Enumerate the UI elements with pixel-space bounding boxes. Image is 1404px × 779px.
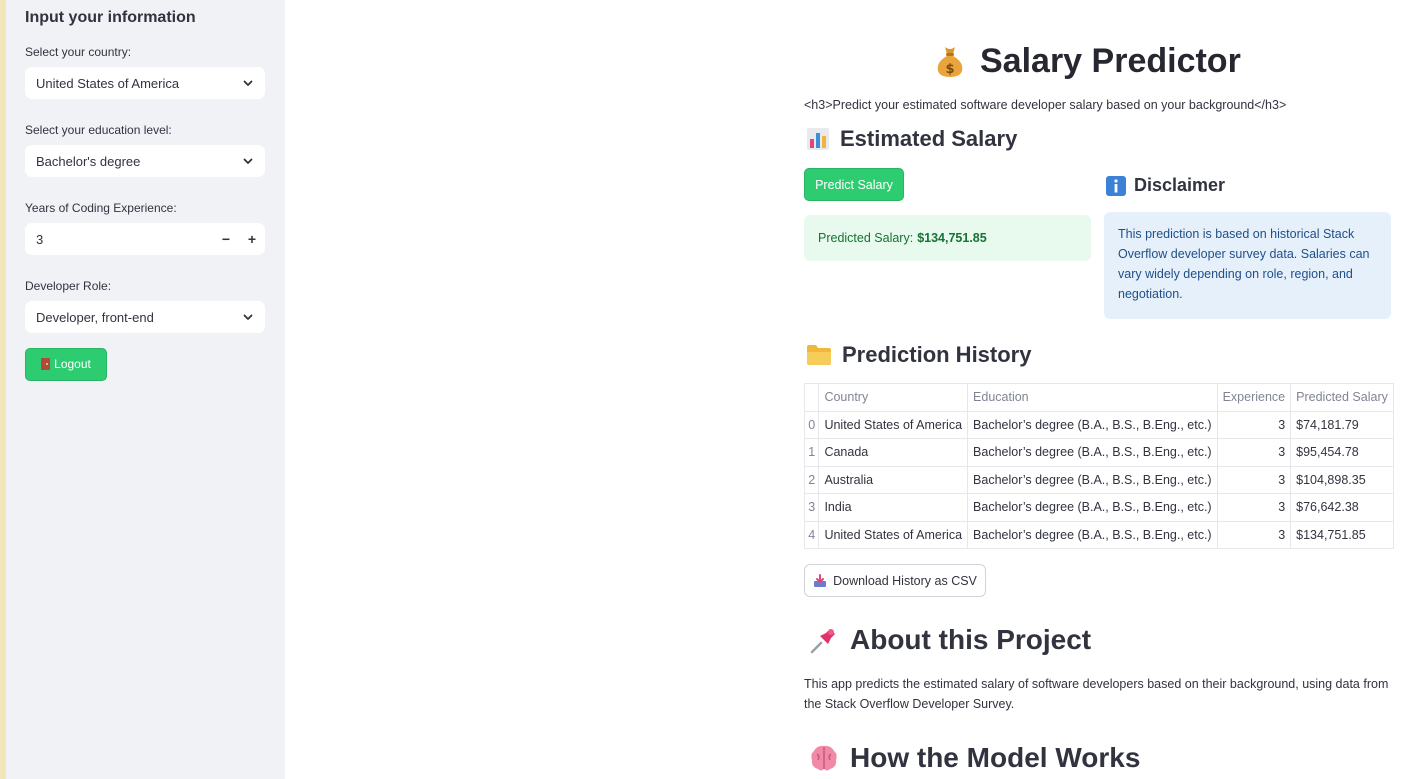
cell-education[interactable]: Bachelor’s degree (B.A., B.S., B.Eng., e… bbox=[967, 493, 1218, 522]
disclaimer-info-box: This prediction is based on historical S… bbox=[1104, 212, 1391, 319]
cell-education[interactable]: Bachelor’s degree (B.A., B.S., B.Eng., e… bbox=[967, 520, 1218, 549]
predicted-salary-label: Predicted Salary: bbox=[818, 231, 914, 245]
logout-label: Logout bbox=[54, 357, 91, 371]
disclaimer-heading-text: Disclaimer bbox=[1134, 175, 1226, 195]
column-header-country[interactable]: Country bbox=[818, 383, 969, 412]
education-select-value: Bachelor's degree bbox=[36, 153, 141, 169]
role-select[interactable]: Developer, front-end bbox=[25, 301, 265, 333]
table-header-row: Country Education Experience Predicted S… bbox=[803, 383, 1394, 412]
predicted-salary-value: $134,751.85 bbox=[917, 231, 987, 245]
cell-experience[interactable]: 3 bbox=[1216, 438, 1292, 467]
info-icon bbox=[1106, 175, 1126, 196]
estimated-salary-heading: Estimated Salary bbox=[806, 126, 1017, 152]
cell-country[interactable]: United States of America bbox=[818, 520, 969, 549]
experience-label: Years of Coding Experience: bbox=[25, 201, 177, 215]
cell-predicted-salary[interactable]: $104,898.35 bbox=[1290, 465, 1394, 494]
cell-country[interactable]: United States of America bbox=[818, 410, 969, 439]
role-select-value: Developer, front-end bbox=[36, 309, 154, 325]
door-icon bbox=[41, 358, 51, 370]
prediction-history-heading-text: Prediction History bbox=[842, 342, 1032, 367]
cell-country[interactable]: India bbox=[818, 493, 969, 522]
increment-button[interactable]: + bbox=[239, 223, 265, 255]
row-index: 3 bbox=[803, 493, 820, 522]
table-row: 1 Canada Bachelor’s degree (B.A., B.S., … bbox=[803, 438, 1394, 467]
cell-country[interactable]: Australia bbox=[818, 465, 969, 494]
svg-text:$: $ bbox=[945, 62, 954, 77]
estimated-salary-heading-text: Estimated Salary bbox=[840, 126, 1018, 151]
model-heading: How the Model Works bbox=[808, 742, 1140, 774]
table-row: 4 United States of America Bachelor’s de… bbox=[803, 520, 1394, 549]
about-text: This app predicts the estimated salary o… bbox=[804, 677, 1389, 711]
page-title: $ Salary Predictor bbox=[934, 40, 1241, 82]
decrement-button[interactable]: − bbox=[213, 223, 239, 255]
predicted-salary-alert: Predicted Salary: $134,751.85 bbox=[804, 215, 1091, 261]
row-index: 0 bbox=[803, 410, 820, 439]
predict-salary-button[interactable]: Predict Salary bbox=[804, 168, 904, 201]
download-csv-label: Download History as CSV bbox=[833, 573, 977, 588]
cell-education[interactable]: Bachelor’s degree (B.A., B.S., B.Eng., e… bbox=[967, 410, 1218, 439]
experience-input[interactable]: 3 bbox=[36, 232, 213, 247]
column-header-experience[interactable]: Experience bbox=[1216, 383, 1292, 412]
model-heading-text: How the Model Works bbox=[850, 742, 1141, 773]
column-header-index[interactable] bbox=[803, 383, 820, 412]
download-csv-button[interactable]: Download History as CSV bbox=[804, 564, 986, 597]
cell-predicted-salary[interactable]: $76,642.38 bbox=[1290, 493, 1394, 522]
app-title: Salary Predictor bbox=[980, 41, 1241, 80]
disclaimer-heading: Disclaimer bbox=[1106, 175, 1225, 196]
download-tray-icon bbox=[814, 573, 827, 587]
country-select[interactable]: United States of America bbox=[25, 67, 265, 99]
cell-experience[interactable]: 3 bbox=[1216, 520, 1292, 549]
cell-predicted-salary[interactable]: $134,751.85 bbox=[1290, 520, 1394, 549]
folder-icon bbox=[807, 345, 831, 365]
column-header-predicted-salary[interactable]: Predicted Salary bbox=[1290, 383, 1394, 412]
chevron-down-icon bbox=[243, 158, 253, 164]
country-label: Select your country: bbox=[25, 45, 132, 59]
table-row: 3 India Bachelor’s degree (B.A., B.S., B… bbox=[803, 493, 1394, 522]
cell-education[interactable]: Bachelor’s degree (B.A., B.S., B.Eng., e… bbox=[967, 465, 1218, 494]
sidebar: Input your information Select your count… bbox=[6, 0, 285, 779]
cell-country[interactable]: Canada bbox=[818, 438, 969, 467]
education-label: Select your education level: bbox=[25, 123, 172, 137]
logout-button[interactable]: Logout bbox=[25, 347, 107, 381]
subtitle-text: <h3>Predict your estimated software deve… bbox=[804, 98, 1287, 112]
about-heading-text: About this Project bbox=[850, 624, 1092, 655]
brain-icon bbox=[811, 745, 837, 771]
cell-predicted-salary[interactable]: $74,181.79 bbox=[1290, 410, 1394, 439]
chevron-down-icon bbox=[243, 314, 253, 320]
row-index: 2 bbox=[803, 465, 820, 494]
prediction-history-heading: Prediction History bbox=[806, 342, 1031, 368]
country-select-value: United States of America bbox=[36, 75, 180, 91]
cell-education[interactable]: Bachelor’s degree (B.A., B.S., B.Eng., e… bbox=[967, 438, 1218, 467]
row-index: 4 bbox=[803, 520, 820, 549]
table-row: 0 United States of America Bachelor’s de… bbox=[803, 410, 1394, 439]
cell-predicted-salary[interactable]: $95,454.78 bbox=[1290, 438, 1394, 467]
sidebar-heading: Input your information bbox=[25, 9, 196, 26]
experience-stepper: 3 − + bbox=[25, 223, 265, 255]
cell-experience[interactable]: 3 bbox=[1216, 465, 1292, 494]
table-row: 2 Australia Bachelor’s degree (B.A., B.S… bbox=[803, 465, 1394, 494]
education-select[interactable]: Bachelor's degree bbox=[25, 145, 265, 177]
cell-experience[interactable]: 3 bbox=[1216, 410, 1292, 439]
about-heading: About this Project bbox=[808, 624, 1091, 656]
cell-experience[interactable]: 3 bbox=[1216, 493, 1292, 522]
money-bag-icon: $ bbox=[937, 47, 963, 77]
pushpin-icon bbox=[810, 629, 835, 654]
row-index: 1 bbox=[803, 438, 820, 467]
role-label: Developer Role: bbox=[25, 279, 112, 293]
prediction-history-table[interactable]: Country Education Experience Predicted S… bbox=[803, 383, 1394, 549]
chevron-down-icon bbox=[243, 80, 253, 86]
column-header-education[interactable]: Education bbox=[967, 383, 1218, 412]
bar-chart-icon bbox=[807, 128, 829, 150]
